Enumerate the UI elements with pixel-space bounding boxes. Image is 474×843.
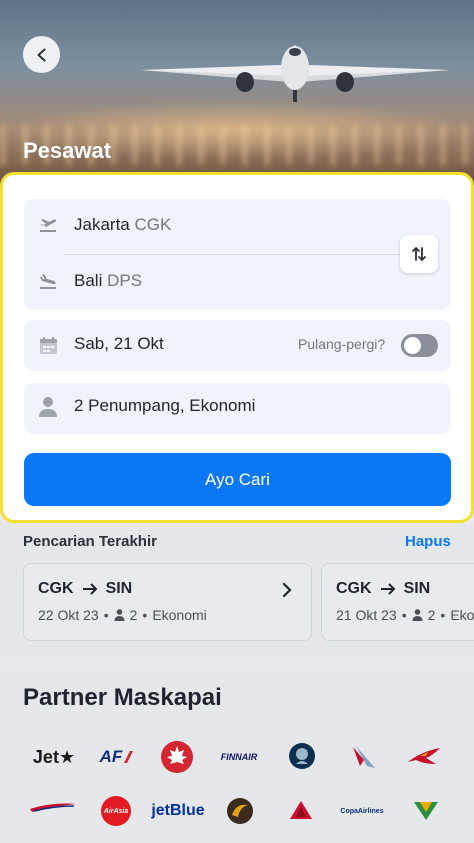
recent-cabin: Ekonomi (450, 607, 474, 623)
chevron-right-icon (282, 582, 292, 598)
jetstar-logo: Jet★ (32, 746, 76, 767)
airplane-illustration (140, 45, 450, 102)
calendar-icon (40, 337, 57, 354)
british-airways-logo (30, 803, 76, 812)
origin-field[interactable]: Jakarta CGK (74, 215, 171, 235)
jetblue-logo: jetBlue (151, 802, 205, 819)
recent-route: CGK SIN (336, 580, 430, 598)
air-france-text: AF (99, 747, 123, 766)
swap-icon (412, 247, 426, 261)
toggle-knob (404, 337, 421, 354)
route-to: SIN (105, 580, 133, 597)
recent-meta: 22 Okt 23 • 2 • Ekonomi (38, 607, 207, 623)
swap-route-button[interactable] (400, 235, 438, 273)
destination-city: Bali (74, 271, 103, 290)
recent-date: 22 Okt 23 (38, 607, 99, 623)
finnair-logo: FINNAIR (220, 752, 258, 762)
chevron-left-icon (37, 48, 45, 61)
dot-separator: • (103, 607, 109, 623)
air-india-logo (408, 748, 440, 764)
person-icon (114, 609, 125, 621)
origin-city: Jakarta (74, 215, 130, 234)
passenger-value: 2 Penumpang, Ekonomi (74, 396, 256, 415)
date-value: Sab, 21 Okt (74, 334, 164, 353)
air-canada-logo (161, 741, 193, 773)
airasia-logo: AirAsia (100, 795, 132, 827)
dot-separator: • (440, 607, 446, 623)
back-button[interactable] (23, 36, 60, 73)
partner-airlines-title: Partner Maskapai (23, 684, 222, 711)
recent-route: CGK SIN (38, 580, 132, 598)
destination-field[interactable]: Bali DPS (74, 271, 142, 291)
air-france-logo: AF (90, 745, 146, 769)
alaska-airlines-logo (289, 743, 315, 769)
person-icon (39, 397, 57, 417)
round-trip-toggle[interactable] (401, 334, 438, 357)
recent-searches-title: Pencarian Terakhir (23, 533, 157, 550)
page-title: Pesawat (23, 138, 112, 163)
takeoff-icon (40, 219, 57, 232)
destination-code: DPS (107, 271, 143, 290)
round-trip-label: Pulang-pergi? (298, 336, 386, 352)
route-from: CGK (336, 580, 372, 597)
airasia-text: AirAsia (103, 807, 129, 815)
copa-airlines-logo: CopaAirlines (340, 807, 384, 815)
clear-recent-button[interactable]: Hapus (405, 533, 451, 550)
dot-separator: • (142, 607, 148, 623)
field-divider (64, 254, 404, 255)
landing-icon (40, 274, 56, 289)
recent-pax: 2 (129, 607, 138, 623)
dot-separator: • (401, 607, 407, 623)
air-france-stripe-icon (124, 751, 134, 763)
recent-date: 21 Okt 23 (336, 607, 397, 623)
route-to: SIN (403, 580, 431, 597)
recent-cabin: Ekonomi (152, 607, 207, 623)
garuda-logo (227, 798, 253, 824)
recent-pax: 2 (427, 607, 436, 623)
person-icon (412, 609, 423, 621)
recent-search-card[interactable]: CGK SIN 22 Okt 23 • 2 • Ekonomi (23, 563, 312, 641)
delta-logo (290, 801, 312, 819)
arrow-right-icon (380, 583, 395, 595)
american-airlines-logo (353, 746, 375, 768)
arrow-right-icon (82, 583, 97, 595)
origin-code: CGK (134, 215, 172, 234)
route-from: CGK (38, 580, 74, 597)
search-button[interactable]: Ayo Cari (24, 453, 451, 506)
recent-meta: 21 Okt 23 • 2 • Ekonomi (336, 607, 474, 623)
eva-air-logo (414, 802, 438, 820)
recent-search-card[interactable]: CGK SIN 21 Okt 23 • 2 • Ekonomi (321, 563, 474, 641)
